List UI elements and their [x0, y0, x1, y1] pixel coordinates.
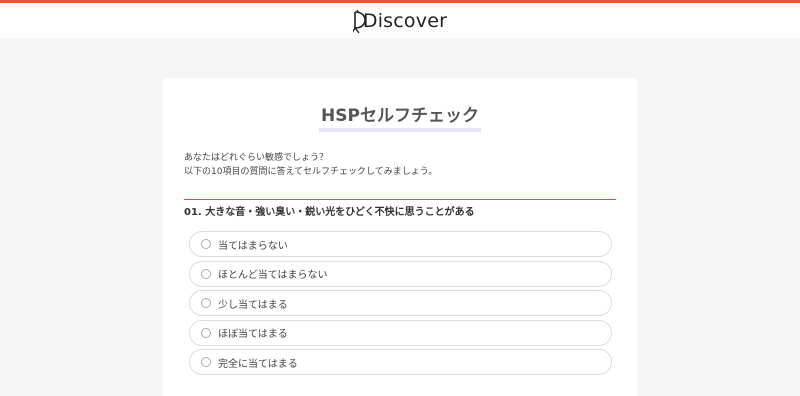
option-label: 完全に当てはまる [218, 358, 298, 370]
option-label: ほとんど当てはまらない [218, 270, 328, 281]
option-mostly-applicable[interactable]: ほぼ当てはまる [189, 319, 612, 346]
option-label: ほぼ当てはまる [218, 329, 288, 340]
logo-text: Discover [362, 9, 448, 32]
radio-button[interactable] [201, 268, 211, 279]
question-text: 01. 大きな音・強い臭い・鋭い光をひどく不快に思うことがある [184, 207, 475, 218]
site-header: Discover [0, 3, 800, 38]
page-title: HSPセルフチェック [319, 106, 481, 132]
intro-line-2: 以下の10項目の質問に答えてセルフチェックしてみましょう。 [184, 167, 438, 177]
radio-button[interactable] [201, 357, 211, 367]
intro-text: あなたはどれぐらい敏感でしょう？ 以下の10項目の質問に答えてセルフチェックして… [184, 151, 624, 179]
option-label: 少し当てはまる [218, 299, 288, 311]
option-not-applicable[interactable]: 当てはまらない [189, 231, 612, 257]
question-divider [184, 199, 616, 200]
option-slightly-applicable[interactable]: 少し当てはまる [189, 290, 612, 316]
site-logo[interactable]: Discover [352, 9, 448, 33]
option-mostly-not-applicable[interactable]: ほとんど当てはまらない [189, 260, 612, 287]
option-label: 当てはまらない [218, 240, 288, 252]
option-fully-applicable[interactable]: 完全に当てはまる [189, 349, 612, 375]
answer-options: 当てはまらない ほとんど当てはまらない 少し当てはまる ほぼ当てはまる 完全に当… [189, 231, 612, 379]
radio-button[interactable] [201, 327, 211, 338]
radio-button[interactable] [201, 239, 211, 249]
radio-button[interactable] [201, 298, 211, 308]
intro-line-1: あなたはどれぐらい敏感でしょう？ [184, 153, 329, 163]
quiz-card: HSPセルフチェック あなたはどれぐらい敏感でしょう？ 以下の10項目の質問に答… [163, 78, 637, 396]
